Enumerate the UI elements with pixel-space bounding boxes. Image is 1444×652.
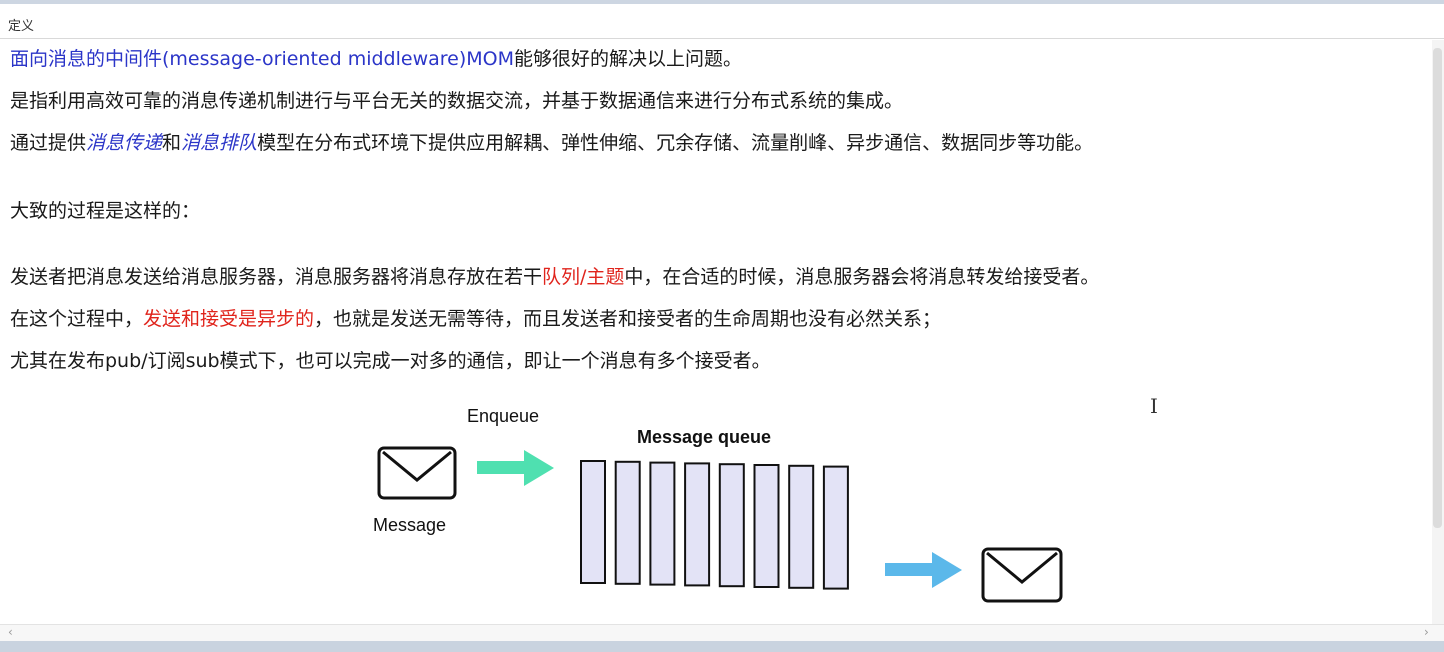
window-title: 定义 bbox=[8, 19, 35, 34]
dequeue-arrow-icon bbox=[885, 552, 962, 588]
queue-slot bbox=[649, 461, 676, 586]
queue-slot bbox=[822, 465, 849, 590]
bottom-frame bbox=[0, 641, 1444, 652]
queue-slot bbox=[614, 460, 641, 585]
document-content[interactable]: 面向消息的中间件(message-oriented middleware)MOM… bbox=[0, 40, 1430, 625]
envelope-icon bbox=[981, 547, 1063, 603]
envelope-icon bbox=[377, 446, 457, 500]
vertical-scrollbar-thumb[interactable] bbox=[1433, 48, 1442, 528]
scroll-right-icon[interactable]: › bbox=[1424, 625, 1429, 639]
message-queue-diagram: Message Enqueue Message queue bbox=[373, 406, 1063, 603]
queue-slot bbox=[718, 463, 745, 588]
queue-slot bbox=[753, 464, 780, 588]
horizontal-scrollbar[interactable]: ‹ › bbox=[0, 624, 1444, 641]
queue-slot bbox=[580, 460, 606, 584]
text-cursor-icon: I bbox=[1150, 394, 1158, 418]
queue-label: Message queue bbox=[637, 427, 771, 447]
queue-slots bbox=[580, 460, 849, 590]
document-window: 定义 面向消息的中间件(message-oriented middleware)… bbox=[0, 0, 1444, 652]
title-bar: 定义 bbox=[0, 8, 1444, 39]
queue-slot bbox=[684, 462, 711, 587]
enqueue-label: Enqueue bbox=[467, 406, 539, 426]
message-label: Message bbox=[373, 515, 446, 535]
queue-slot bbox=[788, 464, 815, 589]
scroll-left-icon[interactable]: ‹ bbox=[8, 625, 13, 639]
enqueue-arrow-icon bbox=[477, 450, 554, 486]
